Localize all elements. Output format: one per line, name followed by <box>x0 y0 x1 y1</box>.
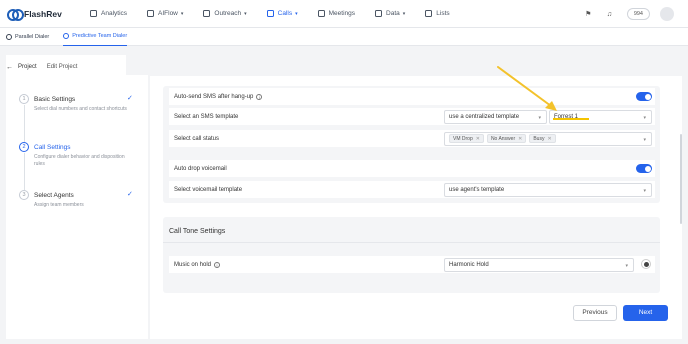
vm-template-label: Select voicemail template <box>174 186 243 193</box>
step-select-agents[interactable]: 3 Select Agents Assign team members ✓ <box>19 190 139 238</box>
step-title: Call Settings <box>34 143 71 151</box>
step-connector <box>24 105 25 142</box>
close-icon[interactable]: ✕ <box>518 136 522 142</box>
call-status-select[interactable]: VM Drop ✕ No Answer ✕ Busy ✕ ▾ <box>444 131 652 146</box>
meetings-icon <box>317 10 325 17</box>
music-on-hold-select[interactable]: Harmonic Hold ▾ <box>444 257 634 272</box>
chevron-down-icon: ▾ <box>402 10 406 17</box>
chevron-down-icon: ▾ <box>180 10 184 17</box>
next-button[interactable]: Next <box>623 305 668 321</box>
tab-predictive-team-dialer[interactable]: Predictive Team Dialer <box>63 28 128 46</box>
top-navbar: FlashRev Analytics AIFlow ▾ Outreach ▾ Cal… <box>0 0 688 28</box>
avatar[interactable] <box>660 7 674 21</box>
divider <box>163 242 660 243</box>
top-right-actions: ⚑ ♫ 994 <box>585 7 674 21</box>
auto-drop-toggle[interactable] <box>636 164 652 173</box>
vm-template-row: Select voicemail template use agent's te… <box>169 181 655 198</box>
dialer-tabs: Parallel Dialer Predictive Team Dialer <box>0 28 688 46</box>
sms-template-label: Select an SMS template <box>174 113 239 120</box>
back-to-project[interactable]: Project <box>18 64 37 70</box>
play-icon[interactable] <box>641 259 651 269</box>
chevron-down-icon: ▾ <box>538 114 541 121</box>
sms-template-select[interactable]: Forrest 1 ▾ <box>549 109 652 124</box>
auto-drop-row: Auto drop voicemail <box>169 160 655 177</box>
check-icon: ✓ <box>127 191 133 198</box>
step-number: 3 <box>19 190 29 200</box>
step-number: 2 <box>19 142 29 152</box>
scrollbar[interactable] <box>680 134 682 224</box>
nav-lists[interactable]: Lists <box>425 10 450 17</box>
vm-template-select[interactable]: use agent's template ▾ <box>444 182 652 197</box>
step-description: Configure dialer behavior and dispositio… <box>34 154 125 167</box>
previous-button[interactable]: Previous <box>573 305 617 321</box>
outreach-icon <box>203 10 211 17</box>
step-title: Select Agents <box>34 191 74 199</box>
chevron-down-icon: ▾ <box>625 262 628 269</box>
lists-icon <box>425 10 433 17</box>
parallel-dialer-icon <box>6 33 12 40</box>
chevron-down-icon: ▾ <box>295 10 298 17</box>
step-call-settings[interactable]: 2 Call Settings Configure dialer behavio… <box>19 142 139 190</box>
nav-data[interactable]: Data ▾ <box>375 10 405 17</box>
chevron-down-icon: ▾ <box>643 114 646 121</box>
calls-icon <box>266 10 274 17</box>
sms-template-row: Select an SMS template use a centralized… <box>169 108 655 125</box>
chevron-down-icon: ▾ <box>643 187 646 194</box>
step-connector <box>24 153 25 190</box>
analytics-icon <box>90 10 97 17</box>
tab-parallel-dialer[interactable]: Parallel Dialer <box>6 28 49 46</box>
chevron-down-icon: ▾ <box>643 136 646 143</box>
team-dialer-icon <box>63 33 70 39</box>
highlight-underline <box>553 118 589 120</box>
bell-icon[interactable]: ♫ <box>606 11 613 18</box>
step-number: 1 <box>19 94 29 104</box>
nav-outreach[interactable]: Outreach ▾ <box>203 10 247 17</box>
data-icon <box>375 10 383 17</box>
auto-sms-toggle[interactable] <box>636 92 652 101</box>
call-status-label: Select call status <box>174 135 220 142</box>
back-arrow-icon[interactable]: ← <box>6 64 13 71</box>
step-title: Basic Settings <box>34 95 76 103</box>
nav-meetings[interactable]: Meetings <box>317 10 355 17</box>
nav-analytics[interactable]: Analytics <box>90 10 127 17</box>
music-on-hold-row: Music on hold i Harmonic Hold ▾ <box>169 256 655 273</box>
call-tone-card <box>163 217 660 293</box>
call-tone-title: Call Tone Settings <box>169 228 226 235</box>
check-icon: ✓ <box>127 95 133 102</box>
call-status-row: Select call status VM Drop ✕ No Answer ✕ B… <box>169 130 655 147</box>
status-tag: VM Drop ✕ <box>449 134 484 143</box>
nav-aiflow[interactable]: AIFlow ▾ <box>147 10 183 17</box>
credits-badge[interactable]: 994 <box>626 8 650 20</box>
auto-sms-row: Auto-send SMS after hang-up i <box>169 88 655 105</box>
app-logo[interactable]: FlashRev <box>7 8 77 21</box>
auto-sms-label: Auto-send SMS after hang-up <box>174 93 254 100</box>
aiflow-icon <box>147 10 155 17</box>
status-tag: No Answer ✕ <box>486 134 527 143</box>
page-title: Edit Project <box>46 64 78 70</box>
breadcrumb: ← Project Edit Project <box>6 60 126 74</box>
auto-drop-label: Auto drop voicemail <box>174 165 227 172</box>
status-tag: Busy ✕ <box>529 134 556 143</box>
app-name: FlashRev <box>24 8 62 19</box>
step-description: Select dial numbers and contact shortcut… <box>34 106 127 112</box>
main-nav: Analytics AIFlow ▾ Outreach ▾ Calls ▾ Meeti… <box>90 10 470 17</box>
info-icon[interactable]: i <box>256 93 263 100</box>
sms-template-mode-select[interactable]: use a centralized template ▾ <box>444 109 547 124</box>
info-icon[interactable]: i <box>214 261 221 268</box>
step-description: Assign team members <box>34 202 84 208</box>
close-icon[interactable]: ✕ <box>547 136 551 142</box>
step-basic-settings[interactable]: 1 Basic Settings Select dial numbers and… <box>19 94 139 142</box>
stepper: 1 Basic Settings Select dial numbers and… <box>19 94 139 238</box>
close-icon[interactable]: ✕ <box>476 136 480 142</box>
panel-notch <box>126 55 148 75</box>
chevron-down-icon: ▾ <box>244 10 247 17</box>
flashrev-logo-icon <box>7 9 24 21</box>
music-on-hold-label: Music on hold <box>174 261 212 268</box>
gift-icon[interactable]: ⚑ <box>585 11 592 18</box>
nav-calls[interactable]: Calls ▾ <box>266 10 298 17</box>
